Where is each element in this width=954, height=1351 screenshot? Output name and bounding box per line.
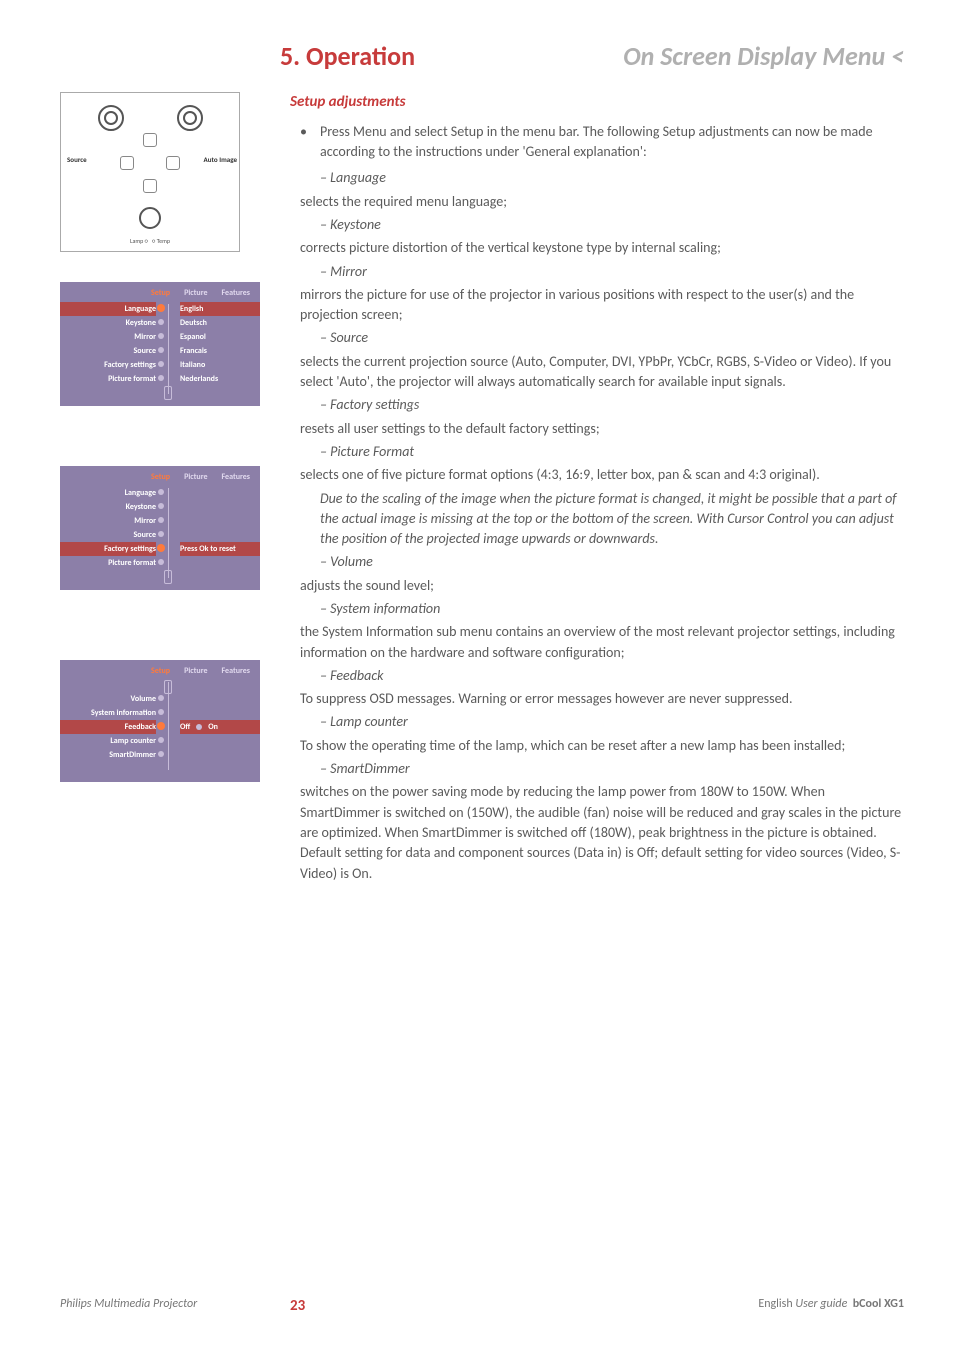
intro-text: Press Menu and select Setup in the menu … [290, 122, 904, 163]
osd-item: Source [134, 346, 156, 356]
page-footer: Philips Multimedia Projector 23 English … [60, 1297, 904, 1311]
scroll-indicator-icon [164, 680, 172, 694]
osd-tab-features: Features [222, 472, 251, 482]
item-desc: corrects picture distortion of the verti… [300, 238, 904, 258]
radio-icon [196, 724, 202, 730]
standby-button-icon [139, 207, 161, 229]
item-name: – Feedback [320, 667, 384, 684]
item-desc: selects the current projection source (A… [300, 352, 904, 393]
osd-item: Factory settings [104, 544, 156, 554]
osd-item: Keystone [126, 318, 156, 328]
osd-item: Keystone [126, 502, 156, 512]
item-name: – Mirror [320, 263, 367, 280]
item-desc: the System Information sub menu contains… [300, 622, 904, 663]
osd-item: Language [125, 488, 156, 498]
footer-language: English [758, 1297, 792, 1311]
item-desc: To show the operating time of the lamp, … [300, 736, 904, 756]
osd-value: Deutsch [180, 318, 207, 328]
osd-tab-setup: Setup [151, 472, 170, 482]
item-desc: selects one of five picture format optio… [300, 465, 904, 485]
osd-tab-features: Features [222, 666, 251, 676]
item-desc: selects the required menu language; [300, 192, 904, 212]
scroll-indicator-icon [164, 386, 172, 400]
osd-item: Picture format [108, 374, 156, 384]
footer-brand: Philips Multimedia Projector [60, 1297, 197, 1311]
ring-button-icon [98, 105, 124, 131]
item-name: – System information [320, 600, 440, 617]
osd-screenshot-factory: Setup Picture Features Language Keystone… [60, 466, 260, 590]
item-name: – Lamp counter [320, 713, 408, 730]
item-note: Due to the scaling of the image when the… [320, 489, 904, 550]
osd-value: Italiano [180, 360, 205, 370]
section-title: 5. Operation [280, 40, 415, 72]
osd-tab-features: Features [222, 288, 251, 298]
osd-on-label: On [208, 722, 218, 732]
osd-item: Source [134, 530, 156, 540]
panel-lamp-label: Lamp [130, 237, 143, 245]
dpad-icon [120, 133, 180, 193]
osd-value: Espanol [180, 332, 206, 342]
subsection-title: Setup adjustments [290, 92, 904, 114]
scroll-indicator-icon [164, 570, 172, 584]
panel-temp-label: Temp [157, 237, 170, 245]
footer-guide: User guide [795, 1297, 847, 1311]
osd-tab-picture: Picture [184, 288, 207, 298]
item-desc: switches on the power saving mode by red… [300, 782, 904, 883]
item-name: – Keystone [320, 216, 381, 233]
osd-item: Language [125, 304, 156, 314]
osd-item: Feedback [125, 722, 156, 732]
osd-tab-picture: Picture [184, 666, 207, 676]
osd-tab-setup: Setup [151, 666, 170, 676]
osd-off-label: Off [180, 722, 190, 732]
osd-value: Francais [180, 346, 207, 356]
osd-value: Nederlands [180, 374, 218, 384]
osd-screenshot-language: Setup Picture Features Language Keystone… [60, 282, 260, 406]
panel-autoimage-label: Auto Image [204, 155, 238, 164]
panel-source-label: Source [67, 155, 87, 164]
osd-value: Press Ok to reset [180, 544, 236, 554]
osd-screenshot-feedback: Setup Picture Features Volume System inf… [60, 660, 260, 782]
page-number: 23 [290, 1297, 305, 1315]
item-name: – Factory settings [320, 396, 419, 413]
osd-item: Picture format [108, 558, 156, 568]
osd-tab-picture: Picture [184, 472, 207, 482]
page-title: On Screen Display Menu < [623, 40, 904, 72]
item-name: – Source [320, 329, 368, 346]
osd-item: Mirror [134, 332, 156, 342]
osd-item: Factory settings [104, 360, 156, 370]
ring-button-icon [177, 105, 203, 131]
osd-item: Mirror [134, 516, 156, 526]
osd-item: System information [91, 708, 156, 718]
item-desc: resets all user settings to the default … [300, 419, 904, 439]
osd-value: English [180, 304, 203, 314]
item-desc: adjusts the sound level; [300, 576, 904, 596]
osd-item: Lamp counter [110, 736, 156, 746]
item-name: – SmartDimmer [320, 760, 410, 777]
item-desc: To suppress OSD messages. Warning or err… [300, 689, 904, 709]
item-name: – Language [320, 169, 386, 186]
body-text-column: Setup adjustments Press Menu and select … [290, 92, 904, 887]
illustration-column: Source Auto Image Lamp ○ ○ Temp Setup Pi… [60, 92, 260, 887]
item-desc: mirrors the picture for use of the proje… [300, 285, 904, 326]
item-name: – Picture Format [320, 443, 414, 460]
osd-item: Volume [131, 694, 156, 704]
control-panel-diagram: Source Auto Image Lamp ○ ○ Temp [60, 92, 240, 252]
footer-model: bCool XG1 [853, 1297, 904, 1311]
osd-tab-setup: Setup [151, 288, 170, 298]
item-name: – Volume [320, 553, 373, 570]
osd-item: SmartDimmer [109, 750, 156, 760]
